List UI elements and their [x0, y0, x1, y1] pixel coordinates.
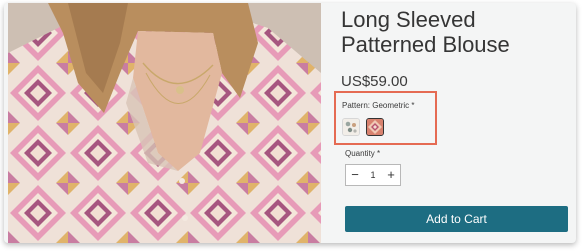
add-to-cart-button[interactable]: Add to Cart	[345, 206, 568, 232]
product-photo	[8, 3, 321, 243]
quantity-value[interactable]: 1	[364, 170, 382, 180]
swatch-floral[interactable]	[342, 118, 360, 136]
product-price: US$59.00	[341, 73, 408, 90]
product-details: Long Sleeved Patterned Blouse US$59.00 P…	[334, 3, 576, 243]
floral-swatch-icon	[343, 119, 359, 135]
quantity-label: Quantity *	[345, 149, 381, 158]
quantity-increment-button[interactable]: +	[382, 168, 400, 182]
swatch-geometric[interactable]	[366, 118, 384, 136]
geometric-swatch-icon	[367, 119, 383, 135]
pattern-selector-highlight: Pattern: Geometric *	[334, 91, 437, 145]
pattern-label: Pattern: Geometric *	[342, 101, 415, 110]
quantity-decrement-button[interactable]: −	[346, 168, 364, 182]
quantity-stepper[interactable]: − 1 +	[345, 164, 401, 186]
product-card: Long Sleeved Patterned Blouse US$59.00 P…	[4, 3, 576, 243]
product-title: Long Sleeved Patterned Blouse	[341, 7, 510, 57]
